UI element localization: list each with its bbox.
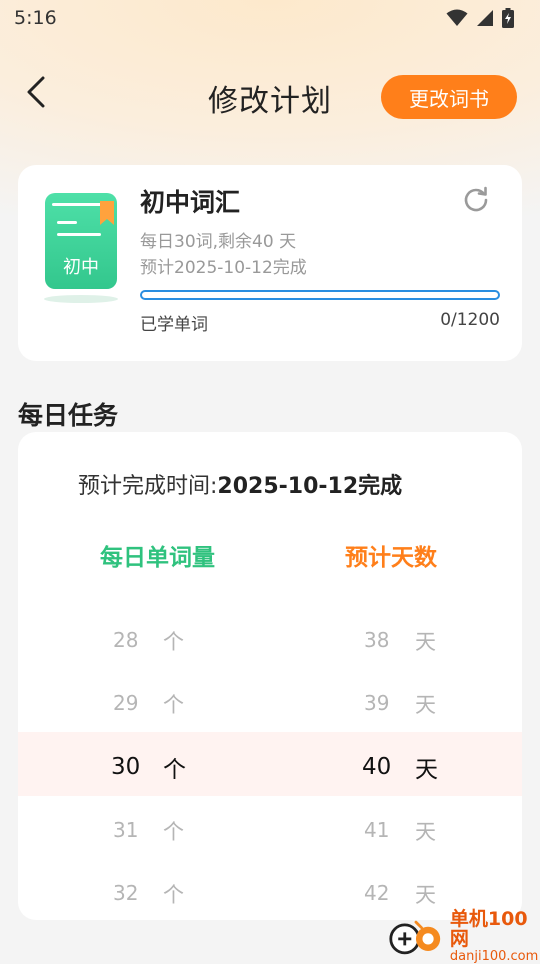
watermark-sub: danji100.com — [449, 949, 539, 964]
finish-date: 2025-10-12完成 — [217, 474, 403, 499]
finish-time-line: 预计完成时间:2025-10-12完成 — [78, 468, 402, 500]
learned-label: 已学单词 — [140, 315, 208, 335]
words-column-title: 每日单词量 — [100, 545, 215, 571]
progress-bar — [140, 290, 500, 300]
words-option[interactable]: 29 — [113, 691, 138, 715]
watermark-main: 单机100网 — [449, 908, 528, 951]
days-unit: 天 — [415, 883, 436, 907]
status-time: 5:16 — [14, 7, 57, 29]
days-option[interactable]: 41 — [364, 818, 389, 842]
picker-row[interactable]: 32 个 42 天 — [18, 861, 522, 920]
daily-task-card: 预计完成时间:2025-10-12完成 每日单词量 预计天数 28 个 38 天… — [18, 432, 522, 920]
picker-row-selected[interactable]: 30 个 40 天 — [18, 734, 522, 796]
words-option[interactable]: 32 — [113, 881, 138, 905]
bookmark-icon — [100, 201, 114, 225]
days-option-selected[interactable]: 40 — [362, 754, 391, 780]
battery-icon — [502, 8, 514, 28]
words-unit: 个 — [163, 883, 184, 907]
words-unit: 个 — [163, 820, 184, 844]
days-option[interactable]: 39 — [364, 691, 389, 715]
days-column-title: 预计天数 — [345, 545, 437, 571]
header: 修改计划 更改词书 — [0, 62, 540, 132]
signal-icon — [477, 10, 493, 26]
days-unit: 天 — [415, 630, 436, 654]
learned-count: 0/1200 — [440, 310, 500, 330]
days-unit: 天 — [415, 820, 436, 844]
words-option-selected[interactable]: 30 — [111, 754, 140, 780]
book-card: 初中 初中词汇 每日30词,剩余40 天 预计2025-10-12完成 已学单词… — [18, 165, 522, 361]
cover-label: 初中 — [63, 257, 99, 278]
section-title-daily-task: 每日任务 — [18, 401, 119, 430]
watermark: 单机100网 danji100.com — [388, 909, 540, 963]
wifi-icon — [446, 9, 468, 26]
words-unit: 个 — [163, 757, 186, 783]
words-unit: 个 — [163, 693, 184, 717]
status-icons — [446, 8, 514, 28]
words-unit: 个 — [163, 630, 184, 654]
picker-row[interactable]: 28 个 38 天 — [18, 608, 522, 670]
refresh-icon[interactable] — [462, 185, 490, 213]
days-unit: 天 — [415, 693, 436, 717]
days-option[interactable]: 42 — [364, 881, 389, 905]
finish-label: 预计完成时间: — [78, 474, 218, 499]
estimate-info: 预计2025-10-12完成 — [140, 258, 307, 278]
words-option[interactable]: 31 — [113, 818, 138, 842]
picker-row[interactable]: 31 个 41 天 — [18, 798, 522, 860]
change-book-button[interactable]: 更改词书 — [381, 75, 517, 119]
watermark-logo-icon — [389, 920, 441, 955]
days-unit: 天 — [415, 757, 438, 783]
daily-info: 每日30词,剩余40 天 — [140, 232, 297, 252]
cover-shadow — [44, 295, 118, 303]
status-bar: 5:16 — [0, 0, 540, 36]
book-title: 初中词汇 — [140, 188, 241, 217]
picker-row[interactable]: 29 个 39 天 — [18, 671, 522, 733]
book-cover: 初中 — [45, 193, 117, 289]
words-option[interactable]: 28 — [113, 628, 138, 652]
days-option[interactable]: 38 — [364, 628, 389, 652]
